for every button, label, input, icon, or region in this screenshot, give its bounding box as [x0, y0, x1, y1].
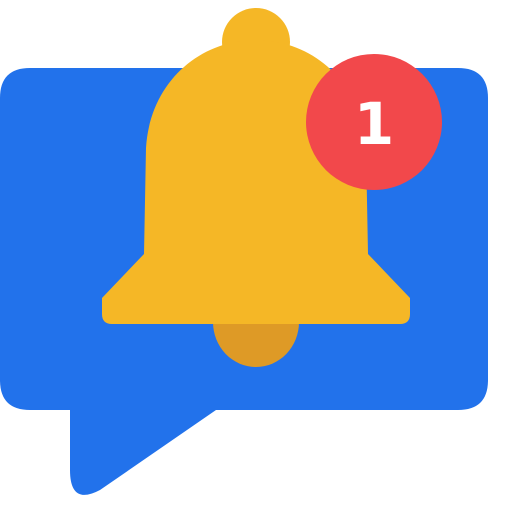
- notification-count: 1: [354, 90, 394, 158]
- notification-bell-chat-icon: 1: [0, 8, 488, 495]
- notification-icon: 1: [0, 0, 512, 512]
